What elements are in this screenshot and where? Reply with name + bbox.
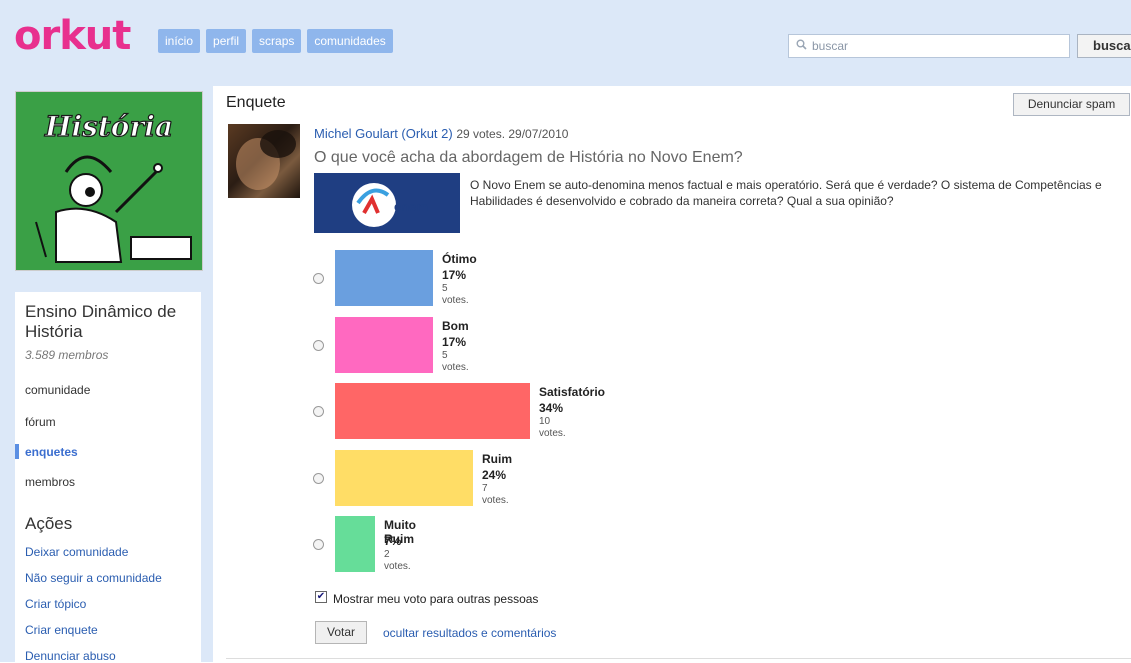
action-report-abuse[interactable]: Denunciar abuso [25, 649, 116, 663]
enem-logo-text: enem [394, 199, 428, 214]
poll-author-line: Michel Goulart (Orkut 2) 29 votes. 29/07… [314, 126, 568, 141]
poll-question: O que você acha da abordagem de História… [314, 149, 743, 166]
main-nav: início perfil scraps comunidades [158, 29, 393, 53]
nav-scraps[interactable]: scraps [252, 29, 302, 53]
author-avatar[interactable] [228, 124, 300, 198]
community-members-count[interactable]: 3.589 membros [25, 348, 108, 362]
poll-option-percent: 34% [539, 401, 564, 415]
divider [226, 658, 1131, 659]
show-vote-checkbox[interactable]: ✔ [315, 591, 327, 603]
enem-image: enem [314, 173, 460, 233]
poll-option-label: Ótimo [442, 252, 477, 266]
poll-option-label: Satisfatório [539, 385, 606, 399]
poll-option-radio[interactable] [313, 539, 324, 550]
poll-option-votes: 10 votes. [539, 416, 566, 439]
poll-meta: 29 votes. 29/07/2010 [456, 127, 569, 141]
poll-option-bar [335, 450, 473, 506]
action-create-topic[interactable]: Criar tópico [25, 597, 86, 611]
poll-section-title: Enquete [226, 94, 286, 111]
community-image-title: História [44, 110, 173, 143]
search-box [788, 34, 1070, 58]
poll-description: O Novo Enem se auto-denomina menos factu… [470, 178, 1102, 208]
poll-option-votes: 5 votes. [442, 283, 469, 306]
menu-membros[interactable]: membros [25, 475, 75, 489]
report-spam-button[interactable]: Denunciar spam [1013, 93, 1130, 116]
action-unfollow-community[interactable]: Não seguir a comunidade [25, 571, 162, 585]
poll-author-link[interactable]: Michel Goulart (Orkut 2) [314, 126, 453, 141]
menu-forum[interactable]: fórum [25, 415, 56, 429]
community-panel: Ensino Dinâmico de História 3.589 membro… [15, 292, 201, 663]
poll-option-percent: 7% [384, 534, 402, 548]
poll-option-votes: 7 votes. [482, 483, 509, 506]
nav-perfil[interactable]: perfil [206, 29, 247, 53]
poll-option-percent: 17% [442, 335, 467, 349]
poll-option-bar [335, 383, 530, 439]
poll-option-bar [335, 317, 433, 373]
poll-option-radio[interactable] [313, 273, 324, 284]
community-name[interactable]: Ensino Dinâmico de História [25, 302, 195, 342]
show-vote-label[interactable]: Mostrar meu voto para outras pessoas [333, 592, 538, 606]
poll-option-percent: 24% [482, 468, 507, 482]
action-create-poll[interactable]: Criar enquete [25, 623, 98, 637]
poll-option-votes: 5 votes. [442, 350, 469, 373]
actions-title: Ações [25, 514, 73, 533]
search-button[interactable]: buscar [1077, 34, 1131, 58]
poll-option-label: Ruim [482, 452, 512, 466]
poll-option-percent: 17% [442, 268, 467, 282]
poll-option-votes: 2 votes. [384, 549, 411, 572]
poll-option-bar [335, 250, 433, 306]
poll-option-label: Bom [442, 319, 469, 333]
search-input[interactable] [810, 38, 1069, 54]
menu-enquetes[interactable]: enquetes [25, 445, 78, 459]
hide-results-link[interactable]: ocultar resultados e comentários [383, 626, 556, 640]
active-indicator [15, 444, 19, 459]
search-icon [792, 39, 810, 53]
vote-button[interactable]: Votar [315, 621, 367, 644]
poll-option-radio[interactable] [313, 340, 324, 351]
poll-option-radio[interactable] [313, 406, 324, 417]
community-image[interactable]: História [15, 91, 203, 271]
action-leave-community[interactable]: Deixar comunidade [25, 545, 128, 559]
nav-inicio[interactable]: início [158, 29, 201, 53]
poll-option-radio[interactable] [313, 473, 324, 484]
menu-comunidade[interactable]: comunidade [25, 383, 90, 397]
top-bar: orkut início perfil scraps comunidades b… [0, 0, 1131, 86]
orkut-logo[interactable]: orkut [14, 14, 131, 58]
nav-comunidades[interactable]: comunidades [307, 29, 393, 53]
poll-option-bar [335, 516, 375, 572]
